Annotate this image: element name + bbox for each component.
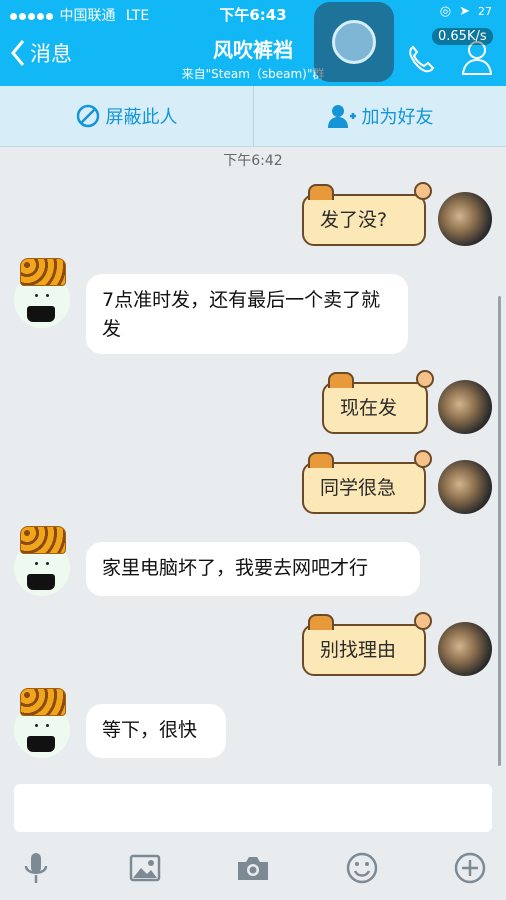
status-time: 下午6:43 (219, 6, 287, 24)
emoji-icon[interactable] (342, 848, 382, 888)
scrollbar[interactable] (498, 296, 501, 766)
message-text: 等下，很快 (102, 719, 198, 741)
message-text: 发了没? (320, 209, 388, 231)
input-area (0, 770, 506, 900)
message-input[interactable] (14, 784, 492, 832)
avatar[interactable] (438, 460, 492, 514)
top-bar: 中国联通 LTE 下午6:43 ◎ ➤ 27 消息 风吹裤裆 来自"Steam（… (0, 0, 506, 86)
message-bubble-sent[interactable]: 发了没? (302, 182, 432, 246)
avatar[interactable] (14, 258, 70, 328)
back-label: 消息 (30, 42, 72, 66)
camera-icon[interactable] (233, 848, 273, 888)
image-icon[interactable] (125, 848, 165, 888)
call-button[interactable] (406, 44, 436, 78)
chevron-left-icon (11, 40, 25, 66)
avatar[interactable] (438, 380, 492, 434)
battery-label: 27 (478, 5, 492, 18)
message-bubble-sent[interactable]: 现在发 (322, 370, 434, 434)
status-bar: 中国联通 LTE 下午6:43 ◎ ➤ 27 (0, 0, 506, 26)
message-text: 7点准时发，还有最后一个卖了就发 (102, 289, 381, 340)
status-right: ◎ ➤ 27 (440, 4, 492, 19)
input-toolbar (0, 848, 506, 900)
add-friend-icon (327, 105, 356, 128)
location-icon: ➤ (459, 4, 470, 19)
network-speed: 0.65K/s (432, 28, 493, 45)
block-user-button[interactable]: 屏蔽此人 (0, 86, 253, 146)
message-text: 别找理由 (320, 639, 397, 661)
block-user-label: 屏蔽此人 (105, 107, 178, 128)
message-text: 家里电脑坏了，我要去网吧才行 (102, 557, 369, 579)
phone-icon (409, 45, 435, 73)
back-button[interactable]: 消息 (10, 38, 72, 68)
message-bubble-received[interactable]: 7点准时发，还有最后一个卖了就发 (86, 274, 408, 354)
message-bubble-sent[interactable]: 别找理由 (302, 612, 432, 676)
avatar[interactable] (438, 192, 492, 246)
avatar[interactable] (438, 622, 492, 676)
add-friend-label: 加为好友 (361, 107, 434, 128)
message-text: 现在发 (340, 397, 398, 419)
message-text: 同学很急 (320, 477, 397, 499)
message-bubble-received[interactable]: 家里电脑坏了，我要去网吧才行 (86, 542, 420, 596)
message-bubble-sent[interactable]: 同学很急 (302, 450, 432, 514)
microphone-icon[interactable] (16, 848, 56, 888)
rotation-lock-icon: ◎ (439, 4, 452, 19)
avatar[interactable] (14, 526, 70, 596)
plus-icon[interactable] (450, 848, 490, 888)
avatar[interactable] (14, 688, 70, 758)
message-bubble-received[interactable]: 等下，很快 (86, 704, 226, 758)
add-friend-button[interactable]: 加为好友 (253, 86, 506, 146)
message-timestamp: 下午6:42 (223, 153, 283, 169)
assistive-touch-button[interactable] (314, 2, 394, 82)
block-icon (76, 104, 99, 128)
action-bar: 屏蔽此人 加为好友 (0, 86, 506, 147)
